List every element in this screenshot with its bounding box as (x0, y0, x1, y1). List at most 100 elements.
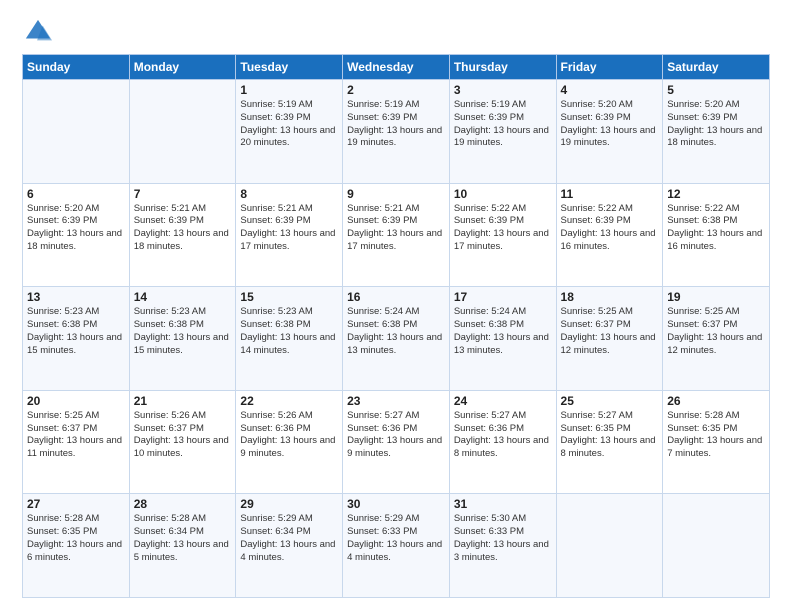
header (22, 18, 770, 46)
calendar-cell: 10 Sunrise: 5:22 AM Sunset: 6:39 PM Dayli… (449, 183, 556, 287)
day-info: Sunrise: 5:22 AM Sunset: 6:39 PM Dayligh… (561, 203, 659, 254)
day-info: Sunrise: 5:30 AM Sunset: 6:33 PM Dayligh… (454, 513, 552, 564)
day-number: 13 (27, 290, 125, 304)
calendar-cell: 30 Sunrise: 5:29 AM Sunset: 6:33 PM Dayli… (343, 494, 450, 598)
calendar-cell: 18 Sunrise: 5:25 AM Sunset: 6:37 PM Dayli… (556, 287, 663, 391)
day-number: 27 (27, 497, 125, 511)
calendar-cell: 3 Sunrise: 5:19 AM Sunset: 6:39 PM Daylig… (449, 80, 556, 184)
calendar-cell: 22 Sunrise: 5:26 AM Sunset: 6:36 PM Dayli… (236, 390, 343, 494)
day-info: Sunrise: 5:26 AM Sunset: 6:36 PM Dayligh… (240, 410, 338, 461)
calendar-cell: 2Sunrise: 5:19 AM Sunset: 6:39 PM Daylig… (343, 80, 450, 184)
calendar-cell: 5Sunrise: 5:20 AM Sunset: 6:39 PM Daylig… (663, 80, 770, 184)
day-number: 11 (561, 187, 659, 201)
calendar-cell: 28 Sunrise: 5:28 AM Sunset: 6:34 PM Dayli… (129, 494, 236, 598)
day-info: Sunrise: 5:19 AM Sunset: 6:39 PM Dayligh… (240, 99, 338, 150)
day-info: Sunrise: 5:19 AM Sunset: 6:39 PM Dayligh… (347, 99, 445, 150)
day-number: 10 (454, 187, 552, 201)
day-info: Sunrise: 5:29 AM Sunset: 6:33 PM Dayligh… (347, 513, 445, 564)
calendar-cell: 27 Sunrise: 5:28 AM Sunset: 6:35 PM Dayli… (23, 494, 130, 598)
calendar-cell: 29 Sunrise: 5:29 AM Sunset: 6:34 PM Dayli… (236, 494, 343, 598)
day-info: Sunrise: 5:22 AM Sunset: 6:38 PM Dayligh… (667, 203, 765, 254)
calendar-header: SundayMondayTuesdayWednesdayThursdayFrid… (23, 55, 770, 80)
calendar-week-3: 13 Sunrise: 5:23 AM Sunset: 6:38 PM Dayli… (23, 287, 770, 391)
day-info: Sunrise: 5:20 AM Sunset: 6:39 PM Dayligh… (561, 99, 659, 150)
day-number: 28 (134, 497, 232, 511)
day-info: Sunrise: 5:27 AM Sunset: 6:36 PM Dayligh… (347, 410, 445, 461)
day-number: 21 (134, 394, 232, 408)
calendar-cell: 13Sunrise: 5:23 AM Sunset: 6:38 PM Dayli… (23, 287, 130, 391)
day-info: Sunrise: 5:21 AM Sunset: 6:39 PM Dayligh… (240, 203, 338, 254)
calendar-cell: 20 Sunrise: 5:25 AM Sunset: 6:37 PM Dayli… (23, 390, 130, 494)
day-number: 22 (240, 394, 338, 408)
day-of-week-tuesday: Tuesday (236, 55, 343, 80)
day-number: 18 (561, 290, 659, 304)
page: SundayMondayTuesdayWednesdayThursdayFrid… (0, 0, 792, 612)
day-of-week-saturday: Saturday (663, 55, 770, 80)
day-number: 29 (240, 497, 338, 511)
calendar-body: 1 Sunrise: 5:19 AM Sunset: 6:39 PM Daylig… (23, 80, 770, 598)
day-number: 3 (454, 83, 552, 97)
day-of-week-friday: Friday (556, 55, 663, 80)
day-number: 6 (27, 187, 125, 201)
day-info: Sunrise: 5:27 AM Sunset: 6:35 PM Dayligh… (561, 410, 659, 461)
day-number: 23 (347, 394, 445, 408)
day-info: Sunrise: 5:25 AM Sunset: 6:37 PM Dayligh… (561, 306, 659, 357)
calendar-table: SundayMondayTuesdayWednesdayThursdayFrid… (22, 54, 770, 598)
day-info: Sunrise: 5:27 AM Sunset: 6:36 PM Dayligh… (454, 410, 552, 461)
calendar-cell: 25 Sunrise: 5:27 AM Sunset: 6:35 PM Dayli… (556, 390, 663, 494)
day-number: 30 (347, 497, 445, 511)
calendar-week-4: 20 Sunrise: 5:25 AM Sunset: 6:37 PM Dayli… (23, 390, 770, 494)
day-number: 20 (27, 394, 125, 408)
day-number: 25 (561, 394, 659, 408)
calendar-cell (663, 494, 770, 598)
calendar-cell: 24 Sunrise: 5:27 AM Sunset: 6:36 PM Dayli… (449, 390, 556, 494)
calendar-cell: 7 Sunrise: 5:21 AM Sunset: 6:39 PM Daylig… (129, 183, 236, 287)
logo (22, 18, 52, 46)
day-number: 7 (134, 187, 232, 201)
day-of-week-thursday: Thursday (449, 55, 556, 80)
day-info: Sunrise: 5:21 AM Sunset: 6:39 PM Dayligh… (347, 203, 445, 254)
day-info: Sunrise: 5:28 AM Sunset: 6:35 PM Dayligh… (27, 513, 125, 564)
day-of-week-monday: Monday (129, 55, 236, 80)
day-info: Sunrise: 5:23 AM Sunset: 6:38 PM Dayligh… (240, 306, 338, 357)
day-number: 12 (667, 187, 765, 201)
day-info: Sunrise: 5:19 AM Sunset: 6:39 PM Dayligh… (454, 99, 552, 150)
calendar-cell: 17Sunrise: 5:24 AM Sunset: 6:38 PM Dayli… (449, 287, 556, 391)
day-number: 8 (240, 187, 338, 201)
day-number: 24 (454, 394, 552, 408)
calendar-week-2: 6Sunrise: 5:20 AM Sunset: 6:39 PM Daylig… (23, 183, 770, 287)
day-info: Sunrise: 5:21 AM Sunset: 6:39 PM Dayligh… (134, 203, 232, 254)
calendar-cell: 11 Sunrise: 5:22 AM Sunset: 6:39 PM Dayli… (556, 183, 663, 287)
calendar-cell (129, 80, 236, 184)
days-of-week-row: SundayMondayTuesdayWednesdayThursdayFrid… (23, 55, 770, 80)
calendar-week-1: 1 Sunrise: 5:19 AM Sunset: 6:39 PM Daylig… (23, 80, 770, 184)
calendar-cell (556, 494, 663, 598)
calendar-cell: 15Sunrise: 5:23 AM Sunset: 6:38 PM Dayli… (236, 287, 343, 391)
calendar-cell: 23 Sunrise: 5:27 AM Sunset: 6:36 PM Dayli… (343, 390, 450, 494)
day-info: Sunrise: 5:25 AM Sunset: 6:37 PM Dayligh… (27, 410, 125, 461)
day-of-week-wednesday: Wednesday (343, 55, 450, 80)
day-number: 4 (561, 83, 659, 97)
day-number: 16 (347, 290, 445, 304)
day-info: Sunrise: 5:24 AM Sunset: 6:38 PM Dayligh… (454, 306, 552, 357)
calendar-cell: 26 Sunrise: 5:28 AM Sunset: 6:35 PM Dayli… (663, 390, 770, 494)
day-number: 26 (667, 394, 765, 408)
calendar-cell: 4 Sunrise: 5:20 AM Sunset: 6:39 PM Daylig… (556, 80, 663, 184)
day-info: Sunrise: 5:28 AM Sunset: 6:34 PM Dayligh… (134, 513, 232, 564)
calendar-cell: 19Sunrise: 5:25 AM Sunset: 6:37 PM Dayli… (663, 287, 770, 391)
calendar-cell: 1 Sunrise: 5:19 AM Sunset: 6:39 PM Daylig… (236, 80, 343, 184)
day-info: Sunrise: 5:22 AM Sunset: 6:39 PM Dayligh… (454, 203, 552, 254)
day-info: Sunrise: 5:26 AM Sunset: 6:37 PM Dayligh… (134, 410, 232, 461)
day-info: Sunrise: 5:25 AM Sunset: 6:37 PM Dayligh… (667, 306, 765, 357)
calendar-cell (23, 80, 130, 184)
calendar-cell: 21 Sunrise: 5:26 AM Sunset: 6:37 PM Dayli… (129, 390, 236, 494)
day-number: 31 (454, 497, 552, 511)
calendar-cell: 12 Sunrise: 5:22 AM Sunset: 6:38 PM Dayli… (663, 183, 770, 287)
calendar-cell: 8 Sunrise: 5:21 AM Sunset: 6:39 PM Daylig… (236, 183, 343, 287)
day-number: 9 (347, 187, 445, 201)
calendar-week-5: 27 Sunrise: 5:28 AM Sunset: 6:35 PM Dayli… (23, 494, 770, 598)
calendar-cell: 6Sunrise: 5:20 AM Sunset: 6:39 PM Daylig… (23, 183, 130, 287)
day-number: 1 (240, 83, 338, 97)
day-info: Sunrise: 5:28 AM Sunset: 6:35 PM Dayligh… (667, 410, 765, 461)
day-info: Sunrise: 5:29 AM Sunset: 6:34 PM Dayligh… (240, 513, 338, 564)
